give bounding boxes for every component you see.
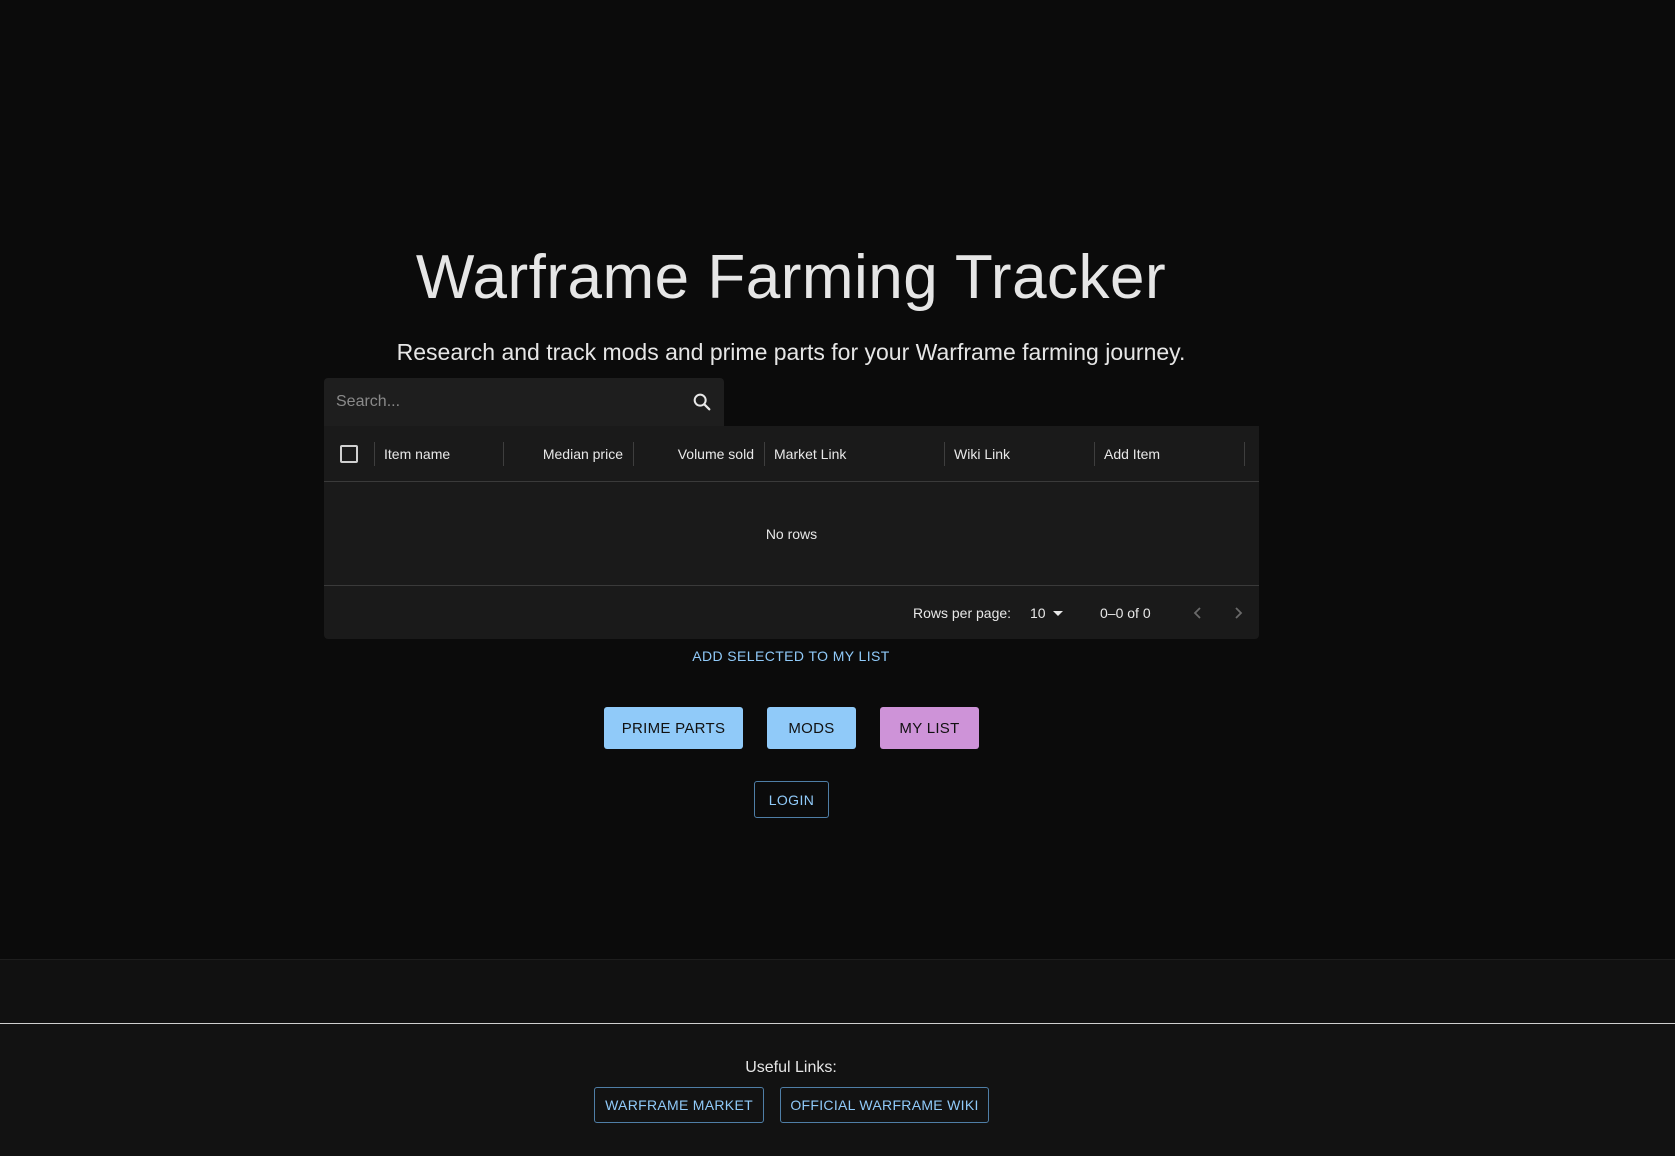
empty-state: No rows — [765, 526, 818, 542]
column-separator[interactable] — [764, 442, 765, 466]
column-header-volume-sold[interactable]: Volume sold — [643, 426, 754, 482]
prime-parts-button[interactable]: PRIME PARTS — [604, 707, 743, 749]
search-bar — [324, 378, 724, 426]
next-page-button[interactable] — [1230, 586, 1246, 639]
select-all-checkbox[interactable] — [340, 426, 364, 482]
search-button[interactable] — [680, 380, 724, 424]
add-selected-button[interactable]: ADD SELECTED TO MY LIST — [0, 648, 1582, 664]
column-separator[interactable] — [374, 442, 375, 466]
rows-per-page-value: 10 — [1030, 604, 1046, 621]
caret-down-icon — [1052, 610, 1063, 616]
column-separator[interactable] — [633, 442, 634, 466]
warframe-wiki-link[interactable]: OFFICIAL WARFRAME WIKI — [780, 1087, 989, 1123]
column-separator[interactable] — [1244, 442, 1245, 466]
rows-per-page-select[interactable]: 10 — [1030, 586, 1064, 639]
my-list-button[interactable]: MY LIST — [880, 707, 979, 749]
rows-per-page-label: Rows per page: — [913, 604, 1012, 621]
page-title: Warframe Farming Tracker — [415, 243, 1167, 312]
warframe-market-link[interactable]: WARFRAME MARKET — [594, 1087, 764, 1123]
column-separator[interactable] — [503, 442, 504, 466]
checkbox-icon — [340, 445, 358, 463]
chevron-left-icon — [1193, 606, 1201, 619]
column-separator[interactable] — [1094, 442, 1095, 466]
column-header-market-link[interactable]: Market Link — [774, 426, 846, 482]
search-icon — [693, 393, 711, 411]
items-data-grid: Item name Median price Volume sold Marke… — [324, 426, 1259, 639]
useful-links-label: Useful Links: — [745, 1059, 837, 1076]
footer-divider-band — [0, 959, 1675, 1024]
column-header-wiki-link[interactable]: Wiki Link — [954, 426, 1010, 482]
grid-pagination: Rows per page: 10 0–0 of 0 — [324, 585, 1259, 639]
mods-button[interactable]: MODS — [767, 707, 856, 749]
login-button[interactable]: LOGIN — [754, 781, 829, 818]
page-subtitle: Research and track mods and prime parts … — [396, 339, 1186, 365]
chevron-right-icon — [1235, 606, 1243, 619]
grid-header: Item name Median price Volume sold Marke… — [324, 426, 1259, 482]
pagination-range: 0–0 of 0 — [1100, 604, 1151, 621]
column-header-add-item[interactable]: Add Item — [1104, 426, 1160, 482]
column-separator[interactable] — [944, 442, 945, 466]
column-header-median-price[interactable]: Median price — [513, 426, 623, 482]
previous-page-button[interactable] — [1190, 586, 1206, 639]
search-input[interactable] — [324, 378, 680, 426]
column-header-item-name[interactable]: Item name — [384, 426, 450, 482]
